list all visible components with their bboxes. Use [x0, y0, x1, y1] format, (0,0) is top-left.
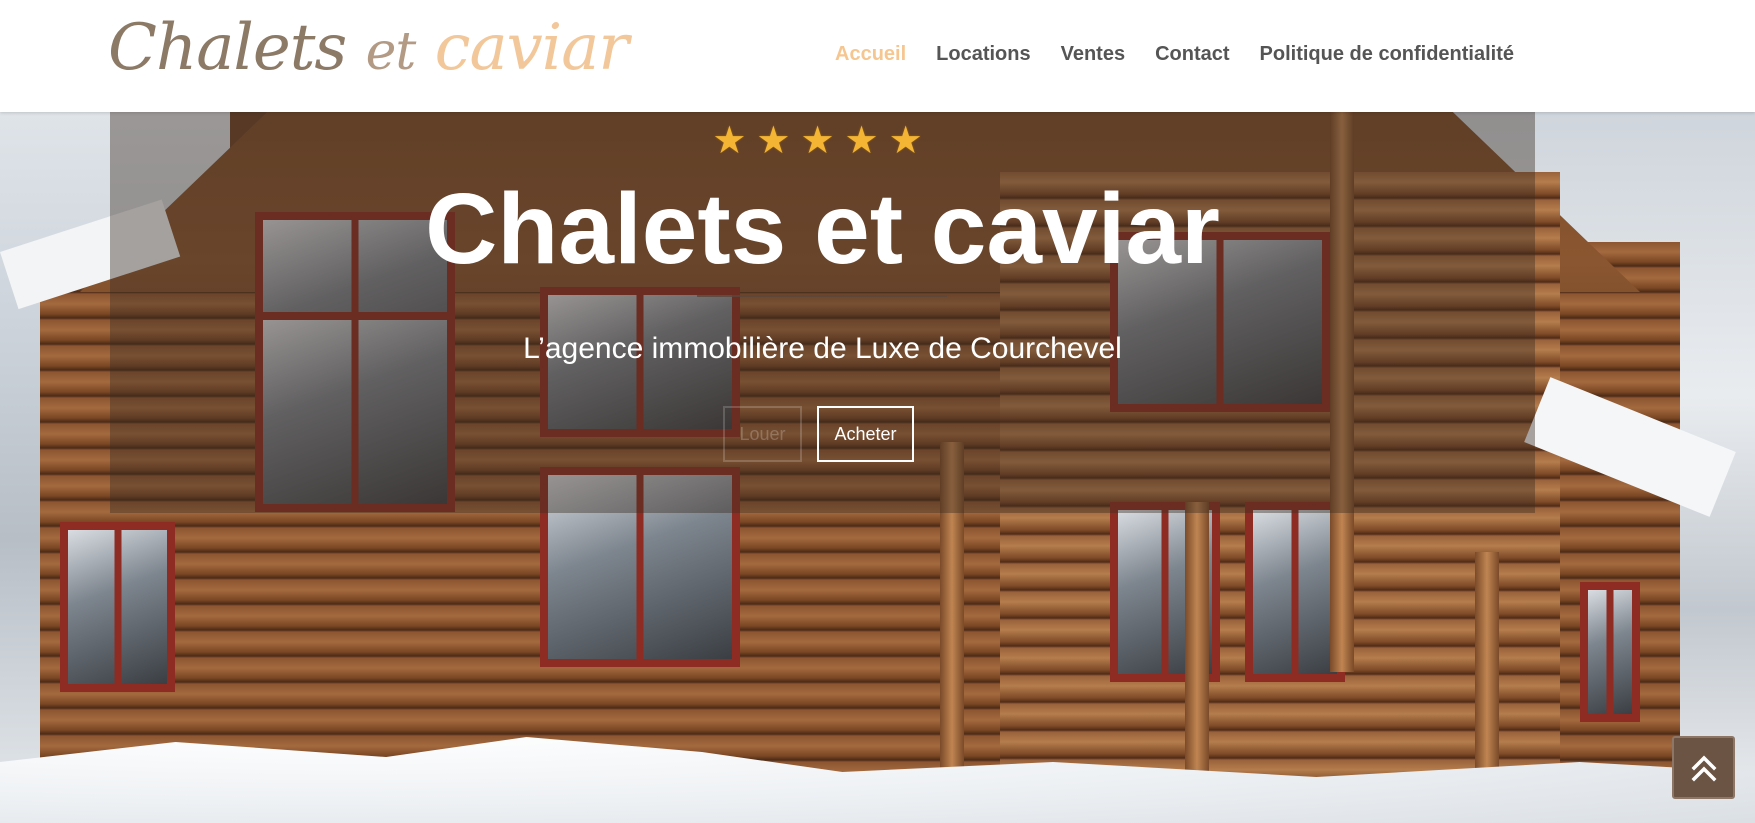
hero-subtitle: L’agence immobilière de Luxe de Courchev…: [523, 332, 1122, 365]
nav-item-locations[interactable]: Locations: [936, 40, 1030, 68]
main-nav: Accueil Locations Ventes Contact Politiq…: [835, 40, 1544, 68]
logo-word-caviar: caviar: [434, 11, 629, 85]
louer-button[interactable]: Louer: [723, 406, 802, 462]
hero-content: ★★★★★ Chalets et caviar L’agence immobil…: [110, 112, 1535, 513]
site-logo[interactable]: Chalets et caviar: [108, 8, 629, 88]
hero-section: ★★★★★ Chalets et caviar L’agence immobil…: [0, 112, 1755, 823]
nav-item-accueil[interactable]: Accueil: [835, 40, 906, 68]
nav-item-ventes[interactable]: Ventes: [1061, 40, 1125, 68]
nav-item-politique[interactable]: Politique de confidentialité: [1260, 40, 1514, 68]
hero-divider: [697, 295, 947, 297]
acheter-button[interactable]: Acheter: [817, 406, 914, 462]
site-header: Chalets et caviar Accueil Locations Vent…: [0, 0, 1755, 112]
hero-title: Chalets et caviar: [425, 173, 1220, 285]
scroll-to-top-button[interactable]: [1672, 736, 1735, 799]
logo-word-et: et: [365, 22, 417, 82]
rating-stars-icon: ★★★★★: [712, 118, 933, 162]
nav-item-contact[interactable]: Contact: [1155, 40, 1229, 68]
logo-word-chalets: Chalets: [108, 11, 347, 85]
double-chevron-up-icon: [1691, 755, 1716, 781]
